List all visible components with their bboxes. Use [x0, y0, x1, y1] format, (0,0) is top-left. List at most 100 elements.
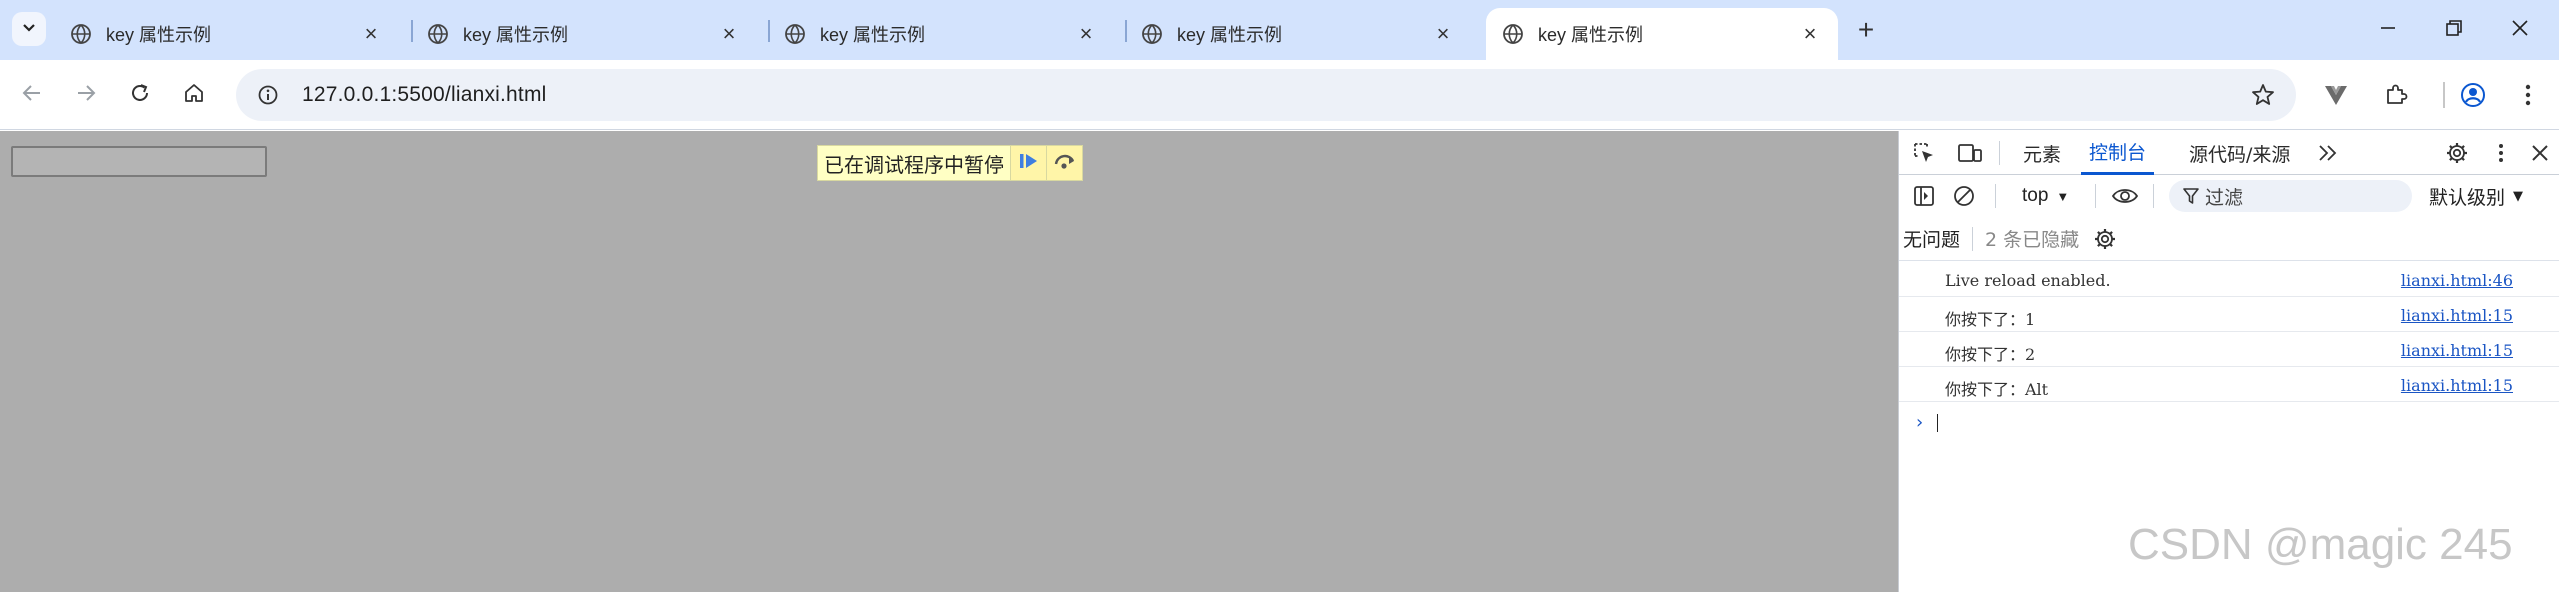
- reload-icon: [129, 82, 151, 109]
- caret-down-icon: ▼: [2056, 188, 2070, 204]
- new-tab-button[interactable]: +: [1850, 14, 1882, 46]
- restore-icon: [2445, 19, 2463, 42]
- close-icon[interactable]: ×: [1431, 21, 1455, 46]
- close-icon[interactable]: ×: [1798, 21, 1822, 46]
- clear-console-icon[interactable]: [1947, 179, 1981, 213]
- message-text: Live reload enabled.: [1945, 271, 2111, 290]
- tab-2[interactable]: key 属性示例 ×: [411, 8, 757, 60]
- plus-icon: +: [1857, 14, 1875, 45]
- live-expression-eye-icon[interactable]: [2108, 179, 2142, 213]
- debugger-paused-overlay: 已在调试程序中暂停: [817, 145, 1083, 181]
- tab-label: 源代码/来源: [2189, 143, 2291, 166]
- message-text: 你按下了：2: [1945, 345, 2036, 364]
- tab-elements[interactable]: 元素: [2023, 131, 2061, 175]
- toolbar-divider: [2443, 82, 2445, 108]
- tab-console[interactable]: 控制台: [2081, 131, 2155, 175]
- settings-gear-icon[interactable]: [2440, 136, 2474, 170]
- forward-button[interactable]: [68, 77, 104, 113]
- url-text[interactable]: 127.0.0.1:5500/lianxi.html: [302, 83, 547, 107]
- tab-3[interactable]: key 属性示例 ×: [768, 8, 1114, 60]
- hidden-messages-count: 2 条已隐藏: [1985, 229, 2080, 251]
- kebab-menu-icon[interactable]: [2510, 77, 2546, 113]
- globe-icon: [1141, 23, 1163, 45]
- source-link[interactable]: lianxi.html:15: [2401, 306, 2513, 325]
- page-viewport: 已在调试程序中暂停: [0, 131, 1898, 592]
- tab-sources[interactable]: 源代码/来源: [2189, 131, 2290, 175]
- tab-label: 元素: [2023, 143, 2062, 166]
- inspect-element-icon[interactable]: [1907, 136, 1941, 170]
- filter-funnel-icon: [2183, 187, 2199, 205]
- source-link[interactable]: lianxi.html:46: [2401, 271, 2513, 290]
- more-tabs-icon[interactable]: [2311, 136, 2345, 170]
- arrow-right-icon: [75, 82, 97, 109]
- context-select[interactable]: top ▼: [2022, 179, 2069, 213]
- globe-icon: [784, 23, 806, 45]
- tab-label: 控制台: [2089, 142, 2147, 164]
- bookmark-star-icon[interactable]: [2250, 82, 2276, 113]
- console-filter-input[interactable]: 过滤: [2169, 180, 2412, 212]
- console-message: 你按下了：1 lianxi.html:15: [1899, 297, 2559, 332]
- divider: [2095, 184, 2096, 208]
- sidebar-toggle-icon[interactable]: [1907, 179, 1941, 213]
- minimize-button[interactable]: [2372, 14, 2404, 46]
- close-devtools-icon[interactable]: [2523, 136, 2557, 170]
- divider: [2153, 184, 2154, 208]
- console-message: 你按下了：Alt lianxi.html:15: [1899, 367, 2559, 402]
- watermark: CSDN @magic 245: [2128, 520, 2513, 569]
- extension-vue-icon[interactable]: [2318, 77, 2354, 113]
- arrow-left-icon: [21, 82, 43, 109]
- tab-search-button[interactable]: [12, 12, 46, 46]
- console-toolbar: top ▼ 过滤 默认级别 ▼: [1899, 175, 2559, 217]
- console-prompt[interactable]: ›: [1899, 402, 2559, 442]
- context-value: top: [2022, 185, 2049, 206]
- globe-icon: [1502, 23, 1524, 45]
- chevron-down-icon: [21, 19, 37, 40]
- page-text-input[interactable]: [11, 146, 267, 177]
- tab-title: key 属性示例: [106, 25, 212, 45]
- globe-icon: [70, 23, 92, 45]
- close-icon[interactable]: ×: [359, 21, 383, 46]
- divider: [1995, 184, 1996, 208]
- address-bar[interactable]: 127.0.0.1:5500/lianxi.html: [236, 69, 2296, 121]
- step-over-icon: [1053, 152, 1077, 175]
- reload-button[interactable]: [122, 77, 158, 113]
- levels-value: 默认级别: [2429, 186, 2506, 209]
- close-icon: [2511, 19, 2529, 42]
- globe-icon: [427, 23, 449, 45]
- divider: [1999, 141, 2000, 165]
- tab-1[interactable]: key 属性示例 ×: [54, 8, 399, 60]
- console-message: Live reload enabled. lianxi.html:46: [1899, 262, 2559, 297]
- close-icon[interactable]: ×: [717, 21, 741, 46]
- source-link[interactable]: lianxi.html:15: [2401, 341, 2513, 360]
- profile-avatar-icon[interactable]: [2455, 77, 2491, 113]
- source-link[interactable]: lianxi.html:15: [2401, 376, 2513, 395]
- console-settings-gear-icon[interactable]: [2093, 227, 2117, 251]
- resume-icon: [1018, 152, 1040, 175]
- log-levels-select[interactable]: 默认级别 ▼: [2429, 179, 2523, 213]
- back-button[interactable]: [14, 77, 50, 113]
- tab-5-active[interactable]: key 属性示例 ×: [1486, 8, 1838, 60]
- issues-bar: 无问题 2 条已隐藏: [1899, 217, 2559, 261]
- home-icon: [183, 82, 205, 109]
- resume-button[interactable]: [1010, 146, 1046, 180]
- tab-title: key 属性示例: [820, 25, 926, 45]
- browser-toolbar: 127.0.0.1:5500/lianxi.html: [0, 60, 2559, 130]
- close-window-button[interactable]: [2504, 14, 2536, 46]
- text-cursor: [1937, 414, 1938, 432]
- tab-title: key 属性示例: [1538, 25, 1644, 45]
- extensions-puzzle-icon[interactable]: [2378, 77, 2414, 113]
- console-message: 你按下了：2 lianxi.html:15: [1899, 332, 2559, 367]
- minimize-icon: [2379, 19, 2397, 42]
- issues-status[interactable]: 无问题: [1903, 225, 1960, 252]
- site-info-icon[interactable]: [248, 84, 288, 106]
- message-text: 你按下了：Alt: [1945, 380, 2049, 399]
- tab-4[interactable]: key 属性示例 ×: [1125, 8, 1471, 60]
- close-icon[interactable]: ×: [1074, 21, 1098, 46]
- home-button[interactable]: [176, 77, 212, 113]
- kebab-menu-icon[interactable]: [2484, 136, 2518, 170]
- device-toolbar-icon[interactable]: [1953, 136, 1987, 170]
- tab-title: key 属性示例: [463, 25, 569, 45]
- step-over-button[interactable]: [1046, 146, 1082, 180]
- prompt-chevron-icon: ›: [1916, 412, 1924, 433]
- restore-button[interactable]: [2438, 14, 2470, 46]
